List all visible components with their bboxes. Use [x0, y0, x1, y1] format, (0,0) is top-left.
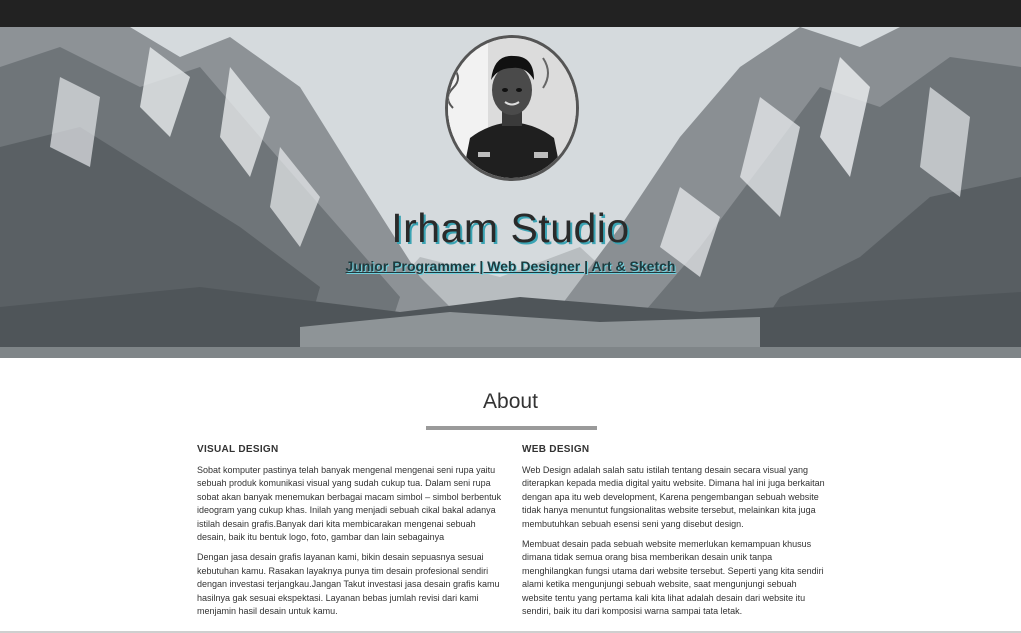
top-navbar — [0, 0, 1021, 27]
site-title: Irham Studio — [391, 205, 630, 251]
column-paragraph: Web Design adalah salah satu istilah ten… — [522, 465, 825, 529]
column-paragraph: Dengan jasa desain grafis layanan kami, … — [197, 552, 500, 617]
visual-design-column: VISUAL DESIGN Sobat komputer pastinya te… — [197, 444, 502, 625]
web-design-column: WEB DESIGN Web Design adalah salah satu … — [522, 444, 827, 625]
site-tagline-link[interactable]: Junior Programmer | Web Designer | Art &… — [0, 258, 1021, 274]
hero-banner: Irham Studio Junior Programmer | Web Des… — [0, 27, 1021, 358]
column-paragraph: Sobat komputer pastinya telah banyak men… — [197, 465, 502, 543]
column-heading: WEB DESIGN — [522, 444, 590, 455]
column-paragraph: Membuat desain pada sebuah website memer… — [522, 539, 824, 617]
about-heading: About — [483, 390, 538, 413]
column-heading: VISUAL DESIGN — [197, 444, 279, 455]
profile-photo — [445, 35, 579, 181]
about-divider — [426, 426, 597, 430]
